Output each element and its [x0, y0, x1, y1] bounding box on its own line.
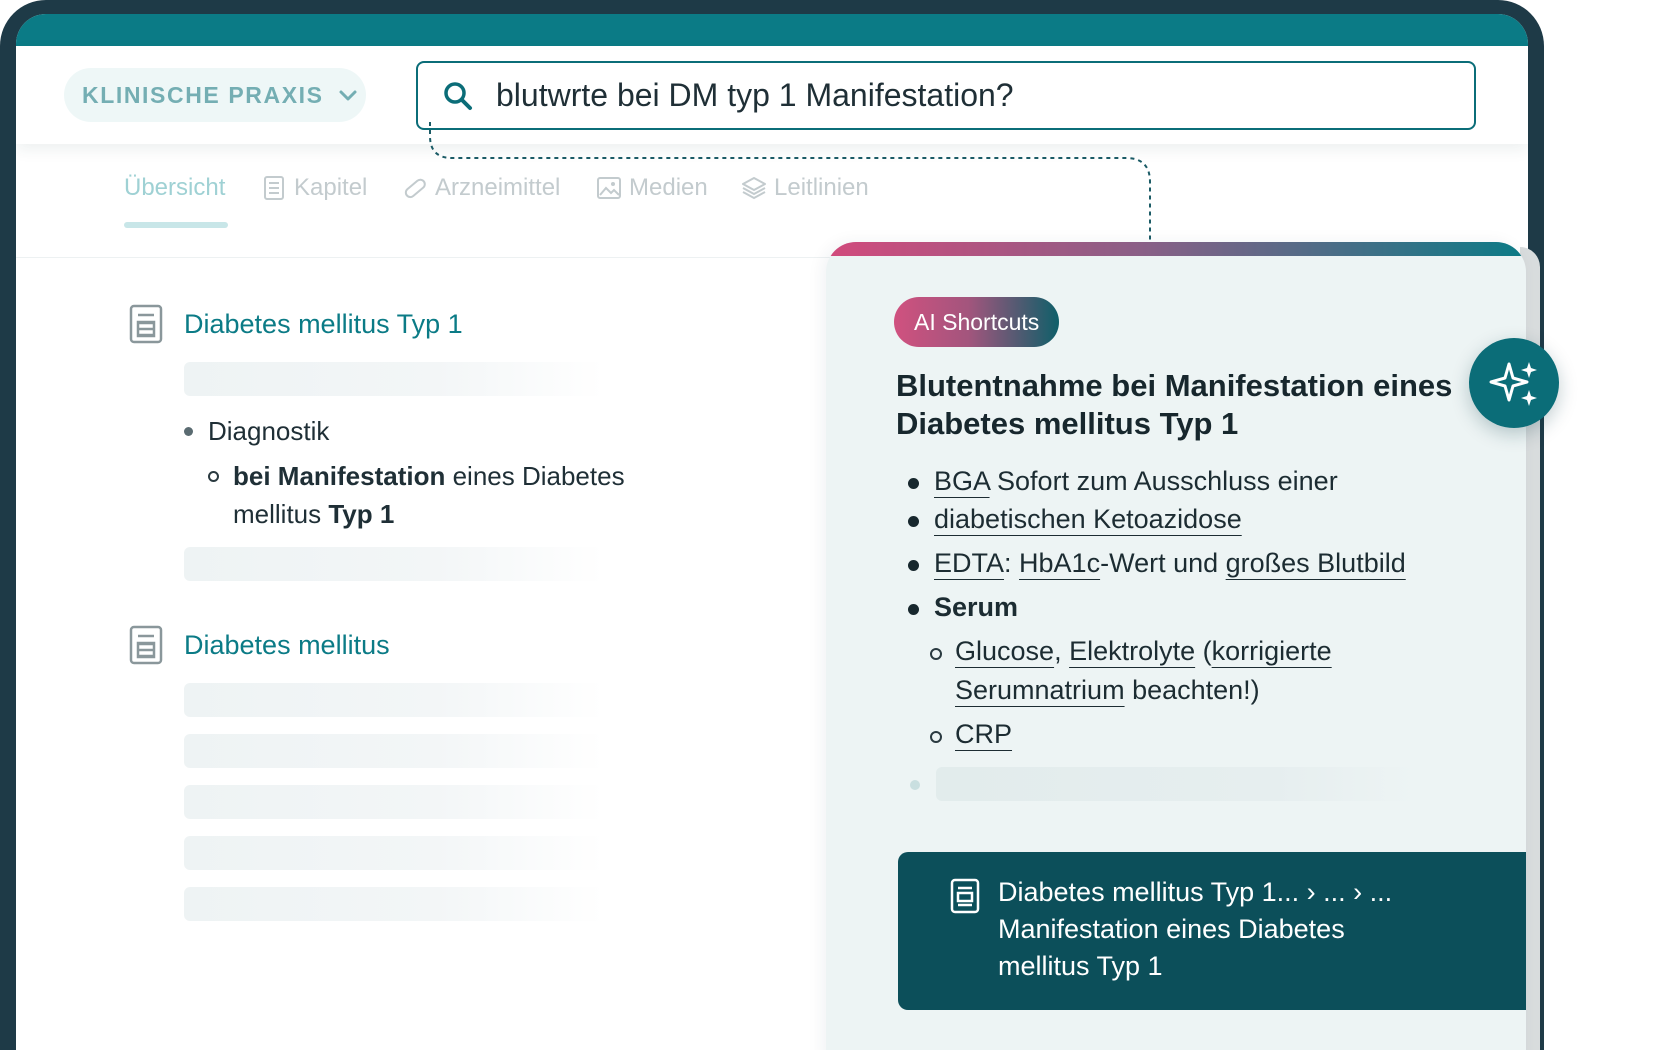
tabs-divider [16, 257, 856, 258]
tab-leitlinien[interactable]: Leitlinien [741, 174, 869, 202]
reference-breadcrumb: Diabetes mellitus Typ 1... › ... › ... [998, 877, 1393, 907]
document-icon [129, 304, 163, 344]
skeleton-line [936, 767, 1416, 801]
result-item[interactable]: Diabetes mellitus Typ 1 [128, 304, 463, 344]
ai-item-edta: EDTA: HbA1c-Wert und großes Blutbild [934, 544, 1406, 582]
sub-bullet-ring [930, 648, 942, 660]
document-icon [129, 625, 163, 665]
bga-link[interactable]: BGA [934, 466, 990, 496]
ai-shortcuts-panel: AI Shortcuts Blutentnahme bei Manifestat… [826, 242, 1526, 1050]
skeleton-line [184, 683, 604, 717]
tab-label: Arzneimittel [435, 174, 561, 201]
hba1c-link[interactable]: HbA1c [1019, 548, 1100, 578]
result-item[interactable]: Diabetes mellitus [128, 625, 390, 665]
ai-item-glucose: Glucose, Elektrolyte (korrigierte [955, 632, 1332, 670]
snippet-bullet: Diagnostik [208, 416, 330, 446]
crp-link[interactable]: CRP [955, 719, 1012, 749]
reference-text: Diabetes mellitus Typ 1... › ... › ... M… [998, 874, 1518, 985]
ai-text: , [1054, 636, 1070, 666]
serumnatrium-link[interactable]: Serumnatrium [955, 675, 1125, 705]
bullet-dot [184, 427, 193, 436]
ai-item-keto: diabetischen Ketoazidose [934, 500, 1242, 538]
ai-badge-label: AI Shortcuts [914, 308, 1040, 335]
ketoazidose-link[interactable]: diabetischen Ketoazidose [934, 504, 1242, 534]
ai-item-serum: Serum [934, 592, 1019, 622]
result-title: Diabetes mellitus Typ 1 [184, 308, 463, 339]
korrigierte-link[interactable]: korrigierte [1212, 636, 1332, 666]
skeleton-line [184, 836, 604, 870]
ai-text: beachten!) [1124, 675, 1260, 705]
chapter-icon [264, 176, 284, 200]
snippet-sub-line-2: mellitus Typ 1 [233, 495, 394, 533]
ai-sparkle-button[interactable] [1469, 338, 1559, 428]
tab-arzneimittel[interactable]: Arzneimittel [402, 174, 560, 202]
reference-title-line: mellitus Typ 1 [998, 951, 1163, 981]
bullet-dot [910, 780, 920, 790]
result-title: Diabetes mellitus [184, 629, 390, 660]
skeleton-line [184, 887, 604, 921]
sub-bullet-ring [930, 731, 942, 743]
sub-bullet-ring [208, 471, 219, 482]
bullet-dot [908, 516, 919, 527]
tab-label: Medien [629, 174, 708, 201]
tab-kapitel[interactable]: Kapitel [261, 174, 367, 202]
active-tab-indicator [124, 222, 228, 228]
ai-item-glucose-cont: Serumnatrium beachten!) [955, 671, 1260, 709]
ai-text: Sofort zum Ausschluss einer [989, 466, 1338, 496]
tab-label: Leitlinien [774, 174, 869, 201]
ai-text: ( [1195, 636, 1212, 666]
document-icon [950, 878, 980, 914]
skeleton-line [184, 362, 604, 396]
snippet-text: eines Diabetes [445, 461, 625, 491]
ai-gradient-bar [826, 242, 1526, 256]
ai-answer-title: Blutentnahme bei Manifestation eines Dia… [896, 368, 1453, 441]
blutbild-link[interactable]: großes Blutbild [1226, 548, 1406, 578]
skeleton-line [184, 547, 604, 581]
tab-medien[interactable]: Medien [596, 174, 708, 202]
tab-uebersicht[interactable]: Übersicht [124, 174, 225, 202]
tab-label: Übersicht [124, 174, 226, 201]
snippet-text: mellitus [233, 499, 329, 529]
glucose-link[interactable]: Glucose [955, 636, 1054, 666]
reference-title-line: Manifestation eines Diabetes [998, 914, 1345, 944]
edta-link[interactable]: EDTA [934, 548, 1004, 578]
sparkle-icon [1489, 362, 1537, 406]
snippet-bold: Typ 1 [328, 499, 395, 529]
snippet-sub-line-1: bei Manifestation eines Diabetes [233, 457, 625, 495]
ai-text: : [1004, 548, 1020, 578]
search-connector-line [429, 122, 1151, 244]
skeleton-line [184, 785, 604, 819]
bullet-dot [908, 604, 919, 615]
layers-icon [742, 177, 766, 200]
ai-text: -Wert und [1100, 548, 1226, 578]
ai-item-crp: CRP [955, 715, 1012, 753]
elektrolyte-link[interactable]: Elektrolyte [1069, 636, 1195, 666]
bullet-dot [908, 478, 919, 489]
snippet-bold: bei Manifestation [233, 461, 446, 491]
image-icon [597, 177, 621, 199]
bullet-dot [908, 560, 919, 571]
pill-icon [404, 178, 426, 199]
ai-item-bga: BGA Sofort zum Ausschluss einer [934, 462, 1338, 500]
skeleton-line [184, 734, 604, 768]
tab-label: Kapitel [294, 174, 368, 201]
ai-shortcuts-badge: AI Shortcuts [894, 297, 1060, 347]
source-reference-card[interactable]: Diabetes mellitus Typ 1... › ... › ... M… [898, 852, 1526, 1010]
